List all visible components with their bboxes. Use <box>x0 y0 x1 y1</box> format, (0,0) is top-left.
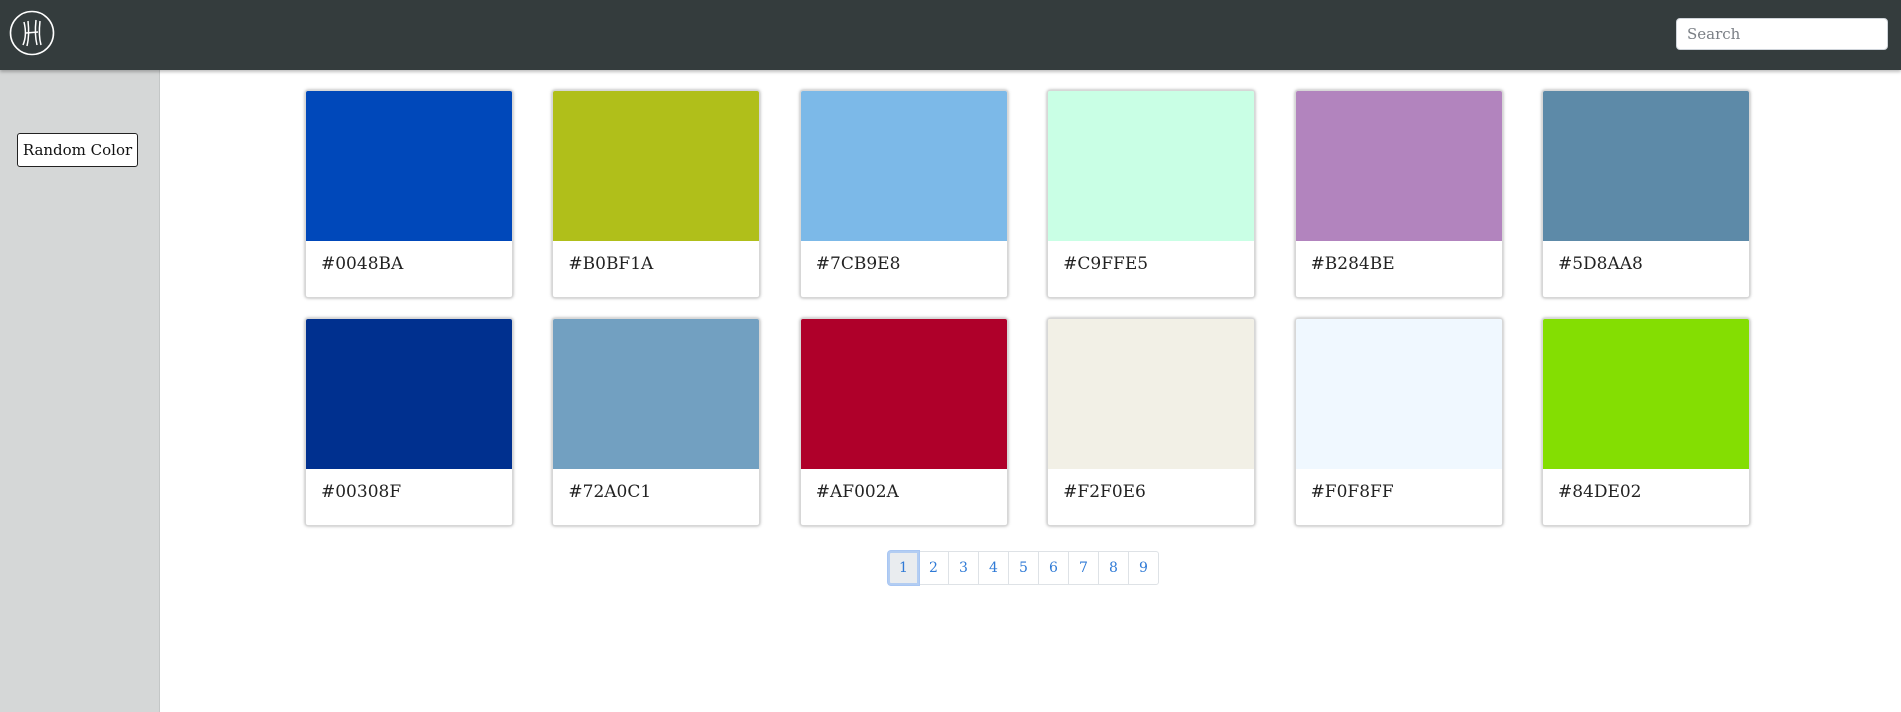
page-link-4[interactable]: 4 <box>978 551 1009 585</box>
color-swatch <box>801 319 1007 469</box>
h-monogram-logo-icon[interactable] <box>9 10 55 56</box>
color-card[interactable]: #F2F0E6 <box>1047 318 1255 526</box>
color-card[interactable]: #B284BE <box>1295 90 1503 298</box>
color-card[interactable]: #C9FFE5 <box>1047 90 1255 298</box>
color-card[interactable]: #72A0C1 <box>552 318 760 526</box>
color-card[interactable]: #0048BA <box>305 90 513 298</box>
color-swatch <box>553 319 759 469</box>
sidebar: Random Color <box>0 70 160 712</box>
page-link-5[interactable]: 5 <box>1008 551 1039 585</box>
color-swatch <box>1543 319 1749 469</box>
color-card[interactable]: #B0BF1A <box>552 90 760 298</box>
color-hex-label: #00308F <box>306 469 512 502</box>
color-swatch <box>1296 319 1502 469</box>
color-hex-label: #AF002A <box>801 469 1007 502</box>
color-swatch <box>306 319 512 469</box>
color-swatch <box>801 91 1007 241</box>
random-color-button[interactable]: Random Color <box>17 133 138 167</box>
search-input[interactable] <box>1676 18 1888 50</box>
page-link-2[interactable]: 2 <box>918 551 949 585</box>
color-hex-label: #0048BA <box>306 241 512 274</box>
color-swatch <box>1296 91 1502 241</box>
color-card[interactable]: #5D8AA8 <box>1542 90 1750 298</box>
color-hex-label: #72A0C1 <box>553 469 759 502</box>
color-swatch <box>1543 91 1749 241</box>
color-hex-label: #84DE02 <box>1543 469 1749 502</box>
page-link-3[interactable]: 3 <box>948 551 979 585</box>
color-swatch <box>553 91 759 241</box>
color-hex-label: #C9FFE5 <box>1048 241 1254 274</box>
page-link-9[interactable]: 9 <box>1128 551 1159 585</box>
color-card[interactable]: #7CB9E8 <box>800 90 1008 298</box>
color-hex-label: #F0F8FF <box>1296 469 1502 502</box>
color-card[interactable]: #84DE02 <box>1542 318 1750 526</box>
color-card[interactable]: #AF002A <box>800 318 1008 526</box>
color-hex-label: #B0BF1A <box>553 241 759 274</box>
color-hex-label: #5D8AA8 <box>1543 241 1749 274</box>
top-navbar <box>0 0 1901 70</box>
color-hex-label: #7CB9E8 <box>801 241 1007 274</box>
color-grid: #0048BA #B0BF1A #7CB9E8 #C9FFE5 #B284BE #5D8A… <box>305 90 1750 526</box>
page-link-8[interactable]: 8 <box>1098 551 1129 585</box>
page-link-7[interactable]: 7 <box>1068 551 1099 585</box>
color-hex-label: #B284BE <box>1296 241 1502 274</box>
color-hex-label: #F2F0E6 <box>1048 469 1254 502</box>
pagination: 123456789 <box>888 551 1159 585</box>
color-swatch <box>1048 319 1254 469</box>
color-card[interactable]: #F0F8FF <box>1295 318 1503 526</box>
color-swatch <box>1048 91 1254 241</box>
page-link-1[interactable]: 1 <box>888 551 919 585</box>
color-card[interactable]: #00308F <box>305 318 513 526</box>
page-link-6[interactable]: 6 <box>1038 551 1069 585</box>
color-swatch <box>306 91 512 241</box>
